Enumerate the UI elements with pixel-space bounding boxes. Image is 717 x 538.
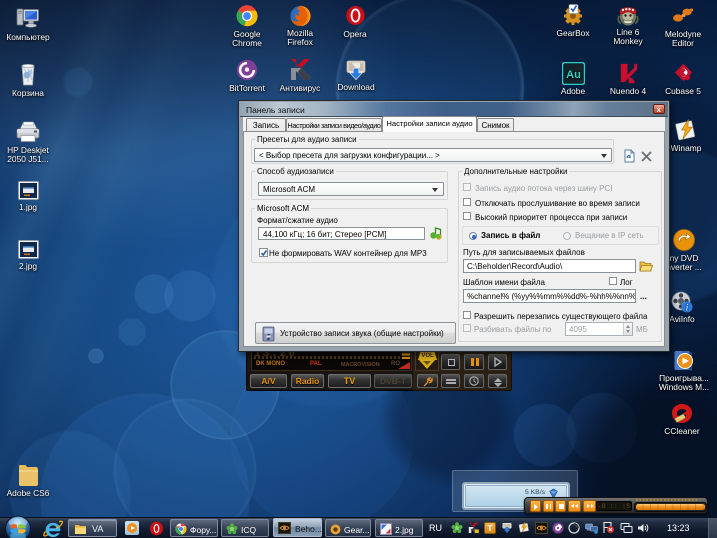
svg-text:Au: Au <box>566 69 581 81</box>
